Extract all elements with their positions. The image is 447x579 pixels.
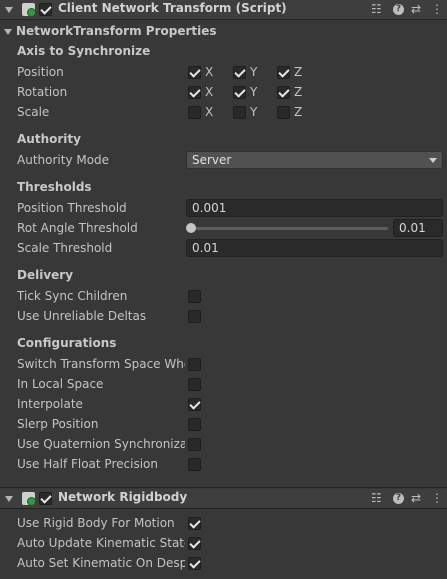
properties-header[interactable]: NetworkTransform Properties bbox=[16, 24, 217, 38]
help-icon[interactable]: ? bbox=[393, 493, 404, 504]
scale-x-checkbox[interactable] bbox=[188, 106, 201, 119]
use-quaternion-sync-checkbox[interactable] bbox=[188, 438, 201, 451]
authority-mode-dropdown[interactable]: Server bbox=[186, 151, 443, 169]
z-axis-label: Z bbox=[294, 65, 303, 79]
component-divider bbox=[0, 487, 447, 488]
use-quaternion-sync-label: Use Quaternion Synchronizati bbox=[17, 437, 185, 451]
header-icons: ☷ ? ⇄ ⋮ bbox=[371, 491, 443, 506]
preset-icon[interactable]: ☷ bbox=[371, 2, 382, 17]
position-z-checkbox[interactable] bbox=[277, 66, 290, 79]
interpolate-checkbox[interactable] bbox=[188, 398, 201, 411]
settings-sliders-icon[interactable]: ⇄ bbox=[411, 491, 421, 506]
use-unreliable-deltas-label: Use Unreliable Deltas bbox=[17, 309, 147, 323]
position-x-checkbox[interactable] bbox=[188, 66, 201, 79]
slerp-position-checkbox[interactable] bbox=[188, 418, 201, 431]
x-axis-label: X bbox=[205, 65, 214, 79]
component-header-network-rigidbody[interactable]: Network Rigidbody ☷ ? ⇄ ⋮ bbox=[0, 489, 447, 509]
in-local-space-label: In Local Space bbox=[17, 377, 104, 391]
more-menu-icon[interactable]: ⋮ bbox=[431, 2, 443, 17]
switch-transform-space-checkbox[interactable] bbox=[188, 358, 201, 371]
interpolate-label: Interpolate bbox=[17, 397, 83, 411]
rotation-x-checkbox[interactable] bbox=[188, 86, 201, 99]
authority-mode-label: Authority Mode bbox=[17, 153, 110, 167]
component-title: Client Network Transform (Script) bbox=[58, 1, 287, 15]
settings-sliders-icon[interactable]: ⇄ bbox=[411, 2, 421, 17]
delivery-header: Delivery bbox=[17, 268, 74, 282]
authority-mode-value: Server bbox=[192, 153, 232, 167]
y-axis-label: Y bbox=[250, 85, 258, 99]
axis-row-label-position: Position bbox=[17, 65, 64, 79]
component-header-client-network-transform[interactable]: Client Network Transform (Script) ☷ ? ⇄ … bbox=[0, 0, 447, 20]
z-axis-label: Z bbox=[294, 105, 303, 119]
header-icons: ☷ ? ⇄ ⋮ bbox=[371, 2, 443, 17]
tick-sync-children-checkbox[interactable] bbox=[188, 290, 201, 303]
z-axis-label: Z bbox=[294, 85, 303, 99]
foldout-arrow-icon[interactable] bbox=[5, 7, 13, 13]
chevron-down-icon bbox=[429, 158, 437, 163]
tick-sync-children-label: Tick Sync Children bbox=[17, 289, 128, 303]
auto-set-kinematic-checkbox[interactable] bbox=[188, 557, 201, 570]
more-menu-icon[interactable]: ⋮ bbox=[431, 491, 443, 506]
rot-angle-slider-track[interactable] bbox=[190, 227, 388, 230]
properties-foldout-icon[interactable] bbox=[4, 29, 12, 35]
in-local-space-checkbox[interactable] bbox=[188, 378, 201, 391]
rot-angle-threshold-label: Rot Angle Threshold bbox=[17, 221, 138, 235]
authority-header: Authority bbox=[17, 132, 81, 146]
x-axis-label: X bbox=[205, 105, 214, 119]
scale-threshold-label: Scale Threshold bbox=[17, 241, 113, 255]
rotation-y-checkbox[interactable] bbox=[233, 86, 246, 99]
slerp-position-label: Slerp Position bbox=[17, 417, 99, 431]
use-half-float-precision-label: Use Half Float Precision bbox=[17, 457, 158, 471]
help-icon[interactable]: ? bbox=[393, 4, 404, 15]
use-rigid-body-checkbox[interactable] bbox=[188, 517, 201, 530]
component-title: Network Rigidbody bbox=[58, 490, 188, 504]
rot-angle-slider-thumb[interactable] bbox=[186, 223, 196, 233]
y-axis-label: Y bbox=[250, 105, 258, 119]
script-icon bbox=[22, 3, 36, 17]
position-threshold-label: Position Threshold bbox=[17, 201, 127, 215]
position-threshold-input[interactable]: 0.001 bbox=[186, 199, 443, 217]
position-y-checkbox[interactable] bbox=[233, 66, 246, 79]
auto-set-kinematic-label: Auto Set Kinematic On Despa bbox=[17, 556, 185, 570]
rotation-z-checkbox[interactable] bbox=[277, 86, 290, 99]
auto-update-kinematic-label: Auto Update Kinematic State bbox=[17, 536, 185, 550]
use-half-float-precision-checkbox[interactable] bbox=[188, 458, 201, 471]
scale-y-checkbox[interactable] bbox=[233, 106, 246, 119]
foldout-arrow-icon[interactable] bbox=[5, 496, 13, 502]
component-enabled-checkbox[interactable] bbox=[39, 492, 52, 505]
switch-transform-space-label: Switch Transform Space Whe bbox=[17, 357, 185, 371]
use-rigid-body-label: Use Rigid Body For Motion bbox=[17, 516, 175, 530]
rot-angle-threshold-input[interactable]: 0.01 bbox=[393, 219, 443, 237]
scale-threshold-input[interactable]: 0.01 bbox=[186, 239, 443, 257]
use-unreliable-deltas-checkbox[interactable] bbox=[188, 310, 201, 323]
configurations-header: Configurations bbox=[17, 336, 117, 350]
component-enabled-checkbox[interactable] bbox=[39, 3, 52, 16]
axis-row-label-scale: Scale bbox=[17, 105, 50, 119]
thresholds-header: Thresholds bbox=[17, 180, 92, 194]
scale-z-checkbox[interactable] bbox=[277, 106, 290, 119]
x-axis-label: X bbox=[205, 85, 214, 99]
axis-header: Axis to Synchronize bbox=[17, 44, 151, 58]
auto-update-kinematic-checkbox[interactable] bbox=[188, 537, 201, 550]
y-axis-label: Y bbox=[250, 65, 258, 79]
script-icon bbox=[22, 492, 36, 506]
preset-icon[interactable]: ☷ bbox=[371, 491, 382, 506]
axis-row-label-rotation: Rotation bbox=[17, 85, 68, 99]
